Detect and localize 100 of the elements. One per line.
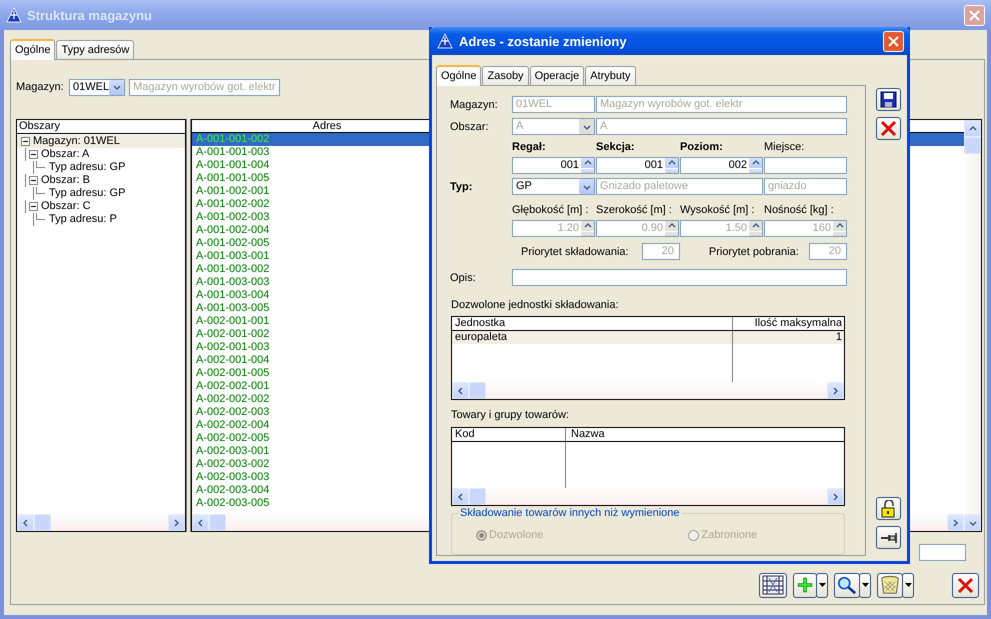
group-title: Składowanie towarów innych niż wymienione [458, 506, 682, 520]
scroll-right-icon [172, 518, 181, 528]
field-label: Poziom: [680, 140, 724, 152]
horizontal-scrollbar[interactable] [452, 488, 844, 505]
text-field[interactable] [919, 544, 966, 561]
scroll-thumb[interactable] [209, 514, 226, 531]
field-label: Sekcja: [596, 140, 636, 152]
field-label: Magazyn: [16, 81, 65, 93]
column-header: Jednostka [452, 317, 733, 330]
field-label: Priorytet pobrania: [708, 246, 800, 258]
padlock-icon [880, 500, 897, 518]
combo-box[interactable]: 01WEL [69, 78, 126, 96]
field-label: Priorytet składowania: [520, 246, 630, 258]
dropdown-icon [579, 119, 594, 134]
section-label: Towary i grupy towarów: [451, 409, 570, 422]
table-row[interactable]: europaleta 1 [452, 331, 844, 344]
spin-arrows-icon [665, 221, 678, 236]
caret-icon [904, 583, 912, 587]
column-header: Ilość maksymalna [754, 317, 843, 330]
pin-button[interactable] [876, 526, 901, 549]
waste-basket-icon [880, 574, 900, 596]
scroll-left-icon [196, 518, 205, 528]
dropdown-button[interactable] [902, 572, 914, 598]
scroll-thumb[interactable] [34, 514, 51, 531]
table-cell: europaleta [452, 331, 733, 344]
triangle-icon [6, 7, 22, 23]
scroll-left-icon [456, 492, 465, 502]
column-header: Obszary [17, 120, 185, 134]
collapse-icon[interactable] [29, 176, 38, 185]
scroll-thumb[interactable] [469, 488, 486, 505]
column-header: Kod [452, 428, 566, 441]
scroll-right-icon [831, 492, 840, 502]
close-icon [969, 10, 980, 20]
horizontal-scrollbar[interactable] [17, 514, 185, 531]
tree-item[interactable]: Magazyn: 01WEL [17, 135, 185, 148]
scroll-left-icon [21, 518, 30, 528]
tab[interactable]: Ogólne [436, 65, 482, 86]
scroll-thumb[interactable] [964, 137, 981, 154]
cancel-icon [957, 576, 974, 594]
spin-arrows-icon [749, 221, 762, 236]
scroll-right-icon [831, 386, 840, 396]
field-label: Szerokość [m] : [596, 204, 673, 216]
dropdown-icon [579, 179, 594, 194]
spin-arrows-icon [749, 158, 762, 172]
cancel-button[interactable] [876, 117, 901, 140]
scroll-left-icon [456, 386, 465, 396]
add-button[interactable] [793, 572, 817, 598]
close-button[interactable] [952, 572, 979, 598]
spinner[interactable]: 001 [512, 156, 595, 174]
field-label: Typ: [449, 180, 474, 192]
search-button[interactable] [834, 572, 860, 598]
vertical-scrollbar[interactable] [964, 120, 981, 531]
dropdown-icon [109, 80, 124, 94]
tab[interactable]: Operacje [530, 66, 584, 85]
text-field[interactable] [764, 156, 847, 174]
field-label: Magazyn: [449, 98, 499, 110]
scroll-thumb[interactable] [469, 382, 486, 399]
save-icon [880, 91, 897, 108]
delete-button[interactable] [877, 572, 903, 598]
dropdown-button[interactable] [816, 572, 828, 598]
shelving-icon [762, 575, 784, 595]
scroll-up-icon [968, 124, 977, 134]
collapse-icon[interactable] [21, 137, 30, 146]
pin-icon [880, 530, 898, 544]
field-label: Obszar: [449, 120, 490, 132]
tab[interactable]: Atrybuty [585, 66, 636, 85]
close-icon [888, 36, 899, 46]
window-title: Struktura magazynu [27, 8, 153, 22]
tab[interactable]: Typy adresów [56, 40, 134, 59]
collapse-icon[interactable] [29, 202, 38, 211]
tab[interactable]: Ogólne [10, 39, 56, 60]
collapse-icon[interactable] [29, 150, 38, 159]
caret-icon [862, 583, 868, 587]
scroll-right-icon [951, 518, 960, 528]
plus-icon [796, 575, 814, 595]
spin-arrows-icon [581, 158, 594, 172]
table-cell-text: 1 [834, 331, 843, 344]
combo-box[interactable]: GP [512, 178, 595, 195]
spin-arrows-icon [665, 158, 678, 172]
field-label: Głębokość [m] : [512, 204, 590, 216]
horizontal-scrollbar[interactable] [452, 382, 844, 399]
cancel-icon [880, 120, 897, 137]
field-label: Miejsce: [764, 140, 806, 152]
save-button[interactable] [876, 88, 901, 111]
field-label: Nośność [kg] : [764, 204, 835, 216]
spinner[interactable]: 001 [596, 156, 679, 174]
dialog-title: Adres - zostanie zmieniony [459, 34, 628, 48]
spin-arrows-icon [833, 221, 846, 236]
section-label: Dozwolone jednostki składowania: [451, 299, 620, 312]
lock-button[interactable] [876, 497, 901, 520]
dropdown-button[interactable] [859, 572, 871, 598]
triangle-icon [437, 33, 453, 49]
rack-button[interactable] [759, 572, 787, 598]
caret-icon [818, 583, 826, 587]
column-header: Nazwa [570, 428, 606, 441]
field-label: Opis: [449, 272, 477, 284]
spinner[interactable]: 002 [680, 156, 763, 174]
tab[interactable]: Zasoby [482, 66, 529, 85]
description-field[interactable] [512, 269, 847, 286]
spin-arrows-icon [581, 221, 594, 236]
